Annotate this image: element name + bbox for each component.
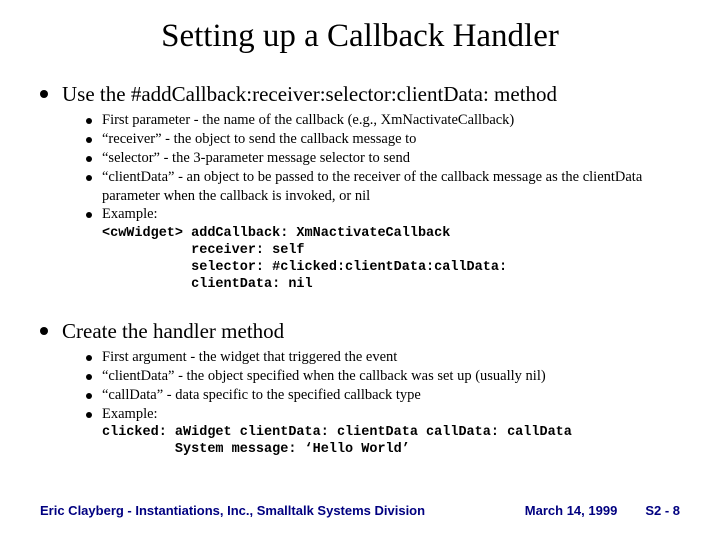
sub-text: Example: (102, 205, 158, 224)
sub-item: Example: (86, 405, 680, 424)
sub-text: Example: (102, 405, 158, 424)
bullet-icon (86, 156, 92, 162)
bullet-icon (40, 90, 48, 98)
code-example-2: clicked: aWidget clientData: clientData … (102, 425, 680, 459)
sub-text: “clientData” - an object to be passed to… (102, 168, 680, 206)
footer-right: March 14, 1999 S2 - 8 (525, 503, 680, 518)
sub-item: First parameter - the name of the callba… (86, 111, 680, 130)
bullet-icon (40, 327, 48, 335)
main-bullet-2: Create the handler method (40, 318, 680, 344)
bullet-icon (86, 175, 92, 181)
sub-list-1: First parameter - the name of the callba… (86, 111, 680, 224)
main-bullet-1: Use the #addCallback:receiver:selector:c… (40, 81, 680, 107)
footer-author: Eric Clayberg - Instantiations, Inc., Sm… (40, 503, 425, 518)
sub-text: First parameter - the name of the callba… (102, 111, 514, 130)
footer-page: S2 - 8 (645, 503, 680, 518)
footer-date: March 14, 1999 (525, 503, 618, 518)
bullet-icon (86, 118, 92, 124)
slide-container: Setting up a Callback Handler Use the #a… (0, 0, 720, 459)
bullet-icon (86, 374, 92, 380)
bullet-icon (86, 412, 92, 418)
bullet-icon (86, 393, 92, 399)
sub-list-2: First argument - the widget that trigger… (86, 348, 680, 423)
code-example-1: <cwWidget> addCallback: XmNactivateCallb… (102, 226, 680, 294)
sub-item: “callData” - data specific to the specif… (86, 386, 680, 405)
sub-item: Example: (86, 205, 680, 224)
slide-footer: Eric Clayberg - Instantiations, Inc., Sm… (40, 503, 680, 518)
main-bullet-1-text: Use the #addCallback:receiver:selector:c… (62, 81, 557, 107)
sub-text: First argument - the widget that trigger… (102, 348, 397, 367)
sub-item: “selector” - the 3-parameter message sel… (86, 149, 680, 168)
sub-item: “clientData” - an object to be passed to… (86, 168, 680, 206)
bullet-icon (86, 355, 92, 361)
bullet-icon (86, 212, 92, 218)
sub-item: First argument - the widget that trigger… (86, 348, 680, 367)
bullet-icon (86, 137, 92, 143)
sub-text: “selector” - the 3-parameter message sel… (102, 149, 410, 168)
sub-item: “clientData” - the object specified when… (86, 367, 680, 386)
sub-text: “clientData” - the object specified when… (102, 367, 546, 386)
main-bullet-2-text: Create the handler method (62, 318, 284, 344)
sub-text: “receiver” - the object to send the call… (102, 130, 416, 149)
slide-title: Setting up a Callback Handler (40, 18, 680, 55)
sub-item: “receiver” - the object to send the call… (86, 130, 680, 149)
sub-text: “callData” - data specific to the specif… (102, 386, 421, 405)
